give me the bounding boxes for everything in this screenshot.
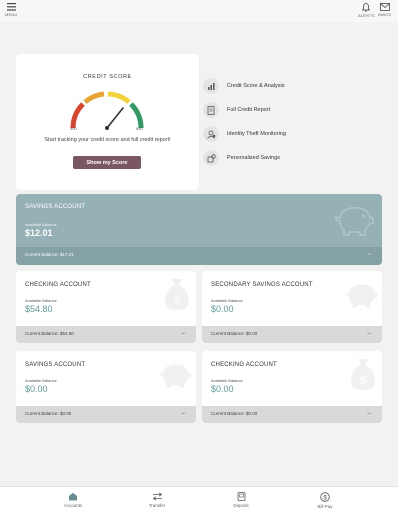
available-balance-label: Available Balance — [25, 378, 57, 383]
alerts-button[interactable]: ALERTS — [358, 3, 375, 18]
account-footer[interactable]: Current Balance: $17.01 → — [16, 247, 382, 265]
gauge-max-label: 850 — [136, 126, 143, 131]
bill-pay-icon: $ — [320, 492, 330, 502]
account-name: SECONDARY SAVINGS ACCOUNT — [211, 282, 313, 288]
savings-icon — [203, 150, 219, 166]
account-name: SAVINGS ACCOUNT — [25, 362, 86, 368]
current-balance: Current Balance: $54.80 — [25, 331, 74, 336]
account-card-checking[interactable]: $ CHECKING ACCOUNT Available Balance $54… — [16, 271, 196, 343]
menu-label: MENU — [5, 12, 18, 17]
deposit-icon — [237, 492, 245, 501]
available-balance-label: Available Balance — [25, 222, 57, 227]
account-footer[interactable]: Current Balance: $0.00 → — [202, 326, 382, 343]
arrow-right-icon: → — [180, 330, 186, 336]
svg-text:$: $ — [360, 373, 367, 387]
svg-text:$: $ — [323, 495, 327, 501]
identity-icon — [203, 126, 219, 142]
home-icon — [69, 492, 77, 501]
arrow-right-icon: → — [366, 251, 372, 257]
feature-credit-score-analysis[interactable]: Credit Score & Analysis — [203, 78, 383, 94]
gauge-needle — [106, 107, 124, 129]
available-balance: $0.00 — [25, 384, 48, 394]
top-bar: MENU ALERTS INBOX — [0, 0, 398, 22]
piggy-bank-icon — [345, 284, 378, 308]
arrow-right-icon: → — [366, 330, 372, 336]
piggy-bank-icon — [335, 207, 374, 236]
show-my-score-button[interactable]: Show my Score — [73, 156, 141, 169]
account-name: CHECKING ACCOUNT — [211, 362, 277, 368]
available-balance: $54.80 — [25, 304, 53, 314]
feature-full-credit-report[interactable]: Full Credit Report — [203, 102, 383, 118]
feature-label: Full Credit Report — [227, 107, 271, 113]
account-name: SAVINGS ACCOUNT — [25, 204, 86, 210]
money-bag-icon: $ — [165, 279, 189, 310]
transfer-icon — [152, 492, 162, 501]
credit-description: Start tracking your credit score and ful… — [44, 137, 171, 143]
account-card-checking-2[interactable]: $ CHECKING ACCOUNT Available Balance $0.… — [202, 351, 382, 423]
credit-gauge — [70, 91, 144, 130]
feature-personalized-savings[interactable]: Personalized Savings — [203, 150, 383, 166]
nav-label: Bill Pay — [317, 504, 333, 509]
available-balance: $0.00 — [211, 304, 234, 314]
nav-accounts[interactable]: Accounts — [53, 492, 93, 508]
inbox-label: INBOX — [378, 12, 392, 17]
bell-icon — [362, 3, 371, 12]
account-footer[interactable]: Current Balance: $0.00 → — [202, 406, 382, 423]
feature-label: Identity Theft Monitoring — [227, 131, 286, 137]
account-card-secondary-savings[interactable]: SECONDARY SAVINGS ACCOUNT Available Bala… — [202, 271, 382, 343]
current-balance: Current Balance: $0.00 — [25, 411, 72, 416]
bottom-navigation: Accounts Transfer Deposit $ Bill Pay — [0, 486, 398, 512]
nav-deposit[interactable]: Deposit — [221, 492, 261, 508]
current-balance: Current Balance: $0.00 — [211, 331, 258, 336]
feature-label: Credit Score & Analysis — [227, 83, 285, 89]
feature-identity-theft-monitoring[interactable]: Identity Theft Monitoring — [203, 126, 383, 142]
arrow-right-icon: → — [366, 410, 372, 416]
arrow-right-icon: → — [180, 410, 186, 416]
account-name: CHECKING ACCOUNT — [25, 282, 91, 288]
available-balance-label: Available Balance — [211, 298, 243, 303]
account-footer[interactable]: Current Balance: $0.00 → — [16, 406, 196, 423]
current-balance: Current Balance: $17.01 — [25, 252, 74, 257]
nav-label: Deposit — [233, 503, 249, 508]
inbox-button[interactable]: INBOX — [378, 3, 391, 17]
available-balance-label: Available Balance — [25, 298, 57, 303]
account-footer[interactable]: Current Balance: $54.80 → — [16, 326, 196, 343]
account-card-savings-primary[interactable]: SAVINGS ACCOUNT Available Balance $12.01… — [16, 194, 382, 265]
nav-label: Accounts — [63, 503, 83, 508]
nav-bill-pay[interactable]: $ Bill Pay — [305, 492, 345, 509]
credit-score-title: CREDIT SCORE — [83, 74, 132, 80]
available-balance: $0.00 — [211, 384, 234, 394]
hamburger-icon — [6, 3, 16, 11]
report-icon — [203, 102, 219, 118]
current-balance: Current Balance: $0.00 — [211, 411, 258, 416]
feature-label: Personalized Savings — [227, 155, 280, 161]
nav-label: Transfer — [148, 503, 166, 508]
envelope-icon — [379, 3, 390, 11]
gauge-min-label: 300 — [70, 126, 77, 131]
nav-transfer[interactable]: Transfer — [137, 492, 177, 508]
available-balance-label: Available Balance — [211, 378, 243, 383]
money-bag-icon: $ — [351, 359, 375, 390]
menu-button[interactable]: MENU — [5, 3, 18, 17]
svg-text:$: $ — [174, 293, 181, 307]
available-balance: $12.01 — [25, 228, 53, 238]
alerts-label: ALERTS — [358, 13, 375, 18]
chart-icon — [203, 78, 219, 94]
account-card-savings[interactable]: SAVINGS ACCOUNT Available Balance $0.00 … — [16, 351, 196, 423]
piggy-bank-icon — [159, 364, 192, 388]
